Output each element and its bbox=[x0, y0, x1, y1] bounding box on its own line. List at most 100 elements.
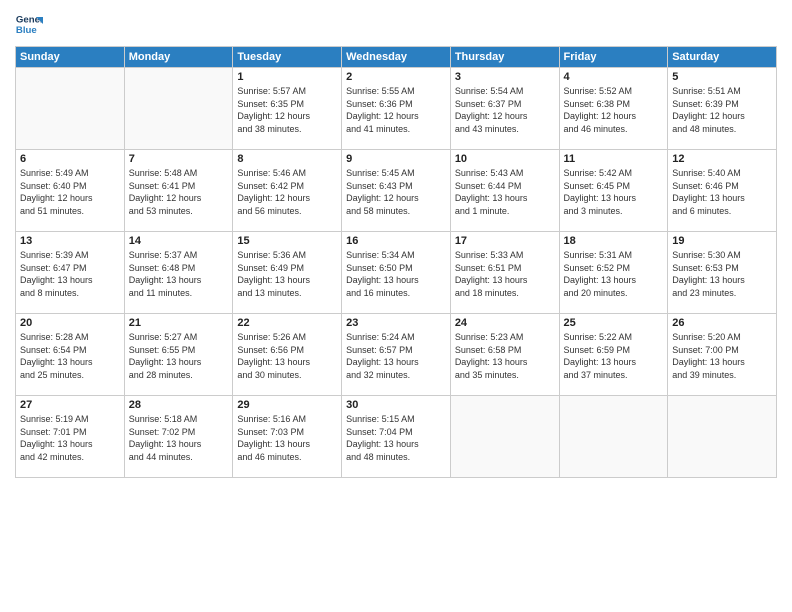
day-info: Sunrise: 5:36 AM Sunset: 6:49 PM Dayligh… bbox=[237, 249, 337, 299]
calendar-cell: 28 Sunrise: 5:18 AM Sunset: 7:02 PM Dayli… bbox=[124, 396, 233, 478]
calendar-cell: 13Sunrise: 5:39 AM Sunset: 6:47 PM Dayli… bbox=[16, 232, 125, 314]
calendar-week-row: 13Sunrise: 5:39 AM Sunset: 6:47 PM Dayli… bbox=[16, 232, 777, 314]
calendar-cell: 11 Sunrise: 5:42 AM Sunset: 6:45 PM Dayli… bbox=[559, 150, 668, 232]
day-info: Sunrise: 5:20 AM Sunset: 7:00 PM Dayligh… bbox=[672, 331, 772, 381]
calendar-cell: 2 Sunrise: 5:55 AM Sunset: 6:36 PM Daylig… bbox=[342, 68, 451, 150]
day-number: 10 bbox=[455, 153, 555, 165]
day-number: 18 bbox=[564, 235, 664, 247]
day-number: 27 bbox=[20, 399, 120, 411]
day-info: Sunrise: 5:57 AM Sunset: 6:35 PM Dayligh… bbox=[237, 85, 337, 135]
day-info: Sunrise: 5:16 AM Sunset: 7:03 PM Dayligh… bbox=[237, 413, 337, 463]
day-info: Sunrise: 5:28 AM Sunset: 6:54 PM Dayligh… bbox=[20, 331, 120, 381]
calendar-cell: 9 Sunrise: 5:45 AM Sunset: 6:43 PM Daylig… bbox=[342, 150, 451, 232]
day-info: Sunrise: 5:27 AM Sunset: 6:55 PM Dayligh… bbox=[129, 331, 229, 381]
calendar-cell: 5 Sunrise: 5:51 AM Sunset: 6:39 PM Daylig… bbox=[668, 68, 777, 150]
day-number: 6 bbox=[20, 153, 120, 165]
calendar-cell: 12 Sunrise: 5:40 AM Sunset: 6:46 PM Dayli… bbox=[668, 150, 777, 232]
calendar-cell: 27 Sunrise: 5:19 AM Sunset: 7:01 PM Dayli… bbox=[16, 396, 125, 478]
calendar-cell bbox=[559, 396, 668, 478]
day-info: Sunrise: 5:23 AM Sunset: 6:58 PM Dayligh… bbox=[455, 331, 555, 381]
weekday-header: Tuesday bbox=[233, 47, 342, 68]
weekday-header: Saturday bbox=[668, 47, 777, 68]
calendar-cell: 14 Sunrise: 5:37 AM Sunset: 6:48 PM Dayli… bbox=[124, 232, 233, 314]
day-info: Sunrise: 5:51 AM Sunset: 6:39 PM Dayligh… bbox=[672, 85, 772, 135]
logo: General Blue bbox=[15, 10, 43, 38]
calendar-cell: 17 Sunrise: 5:33 AM Sunset: 6:51 PM Dayli… bbox=[450, 232, 559, 314]
calendar-cell bbox=[16, 68, 125, 150]
day-number: 1 bbox=[237, 71, 337, 83]
calendar-cell bbox=[450, 396, 559, 478]
logo-icon: General Blue bbox=[15, 10, 43, 38]
calendar-cell: 3 Sunrise: 5:54 AM Sunset: 6:37 PM Daylig… bbox=[450, 68, 559, 150]
day-info: Sunrise: 5:33 AM Sunset: 6:51 PM Dayligh… bbox=[455, 249, 555, 299]
day-info: Sunrise: 5:54 AM Sunset: 6:37 PM Dayligh… bbox=[455, 85, 555, 135]
calendar-table: SundayMondayTuesdayWednesdayThursdayFrid… bbox=[15, 46, 777, 478]
day-info: Sunrise: 5:31 AM Sunset: 6:52 PM Dayligh… bbox=[564, 249, 664, 299]
day-number: 12 bbox=[672, 153, 772, 165]
day-number: 17 bbox=[455, 235, 555, 247]
calendar-cell: 29 Sunrise: 5:16 AM Sunset: 7:03 PM Dayli… bbox=[233, 396, 342, 478]
calendar-cell: 23 Sunrise: 5:24 AM Sunset: 6:57 PM Dayli… bbox=[342, 314, 451, 396]
day-info: Sunrise: 5:48 AM Sunset: 6:41 PM Dayligh… bbox=[129, 167, 229, 217]
day-number: 23 bbox=[346, 317, 446, 329]
calendar-cell bbox=[124, 68, 233, 150]
day-info: Sunrise: 5:46 AM Sunset: 6:42 PM Dayligh… bbox=[237, 167, 337, 217]
calendar-week-row: 1 Sunrise: 5:57 AM Sunset: 6:35 PM Daylig… bbox=[16, 68, 777, 150]
day-info: Sunrise: 5:42 AM Sunset: 6:45 PM Dayligh… bbox=[564, 167, 664, 217]
day-info: Sunrise: 5:18 AM Sunset: 7:02 PM Dayligh… bbox=[129, 413, 229, 463]
day-info: Sunrise: 5:37 AM Sunset: 6:48 PM Dayligh… bbox=[129, 249, 229, 299]
calendar-cell: 10Sunrise: 5:43 AM Sunset: 6:44 PM Dayli… bbox=[450, 150, 559, 232]
calendar-cell: 7 Sunrise: 5:48 AM Sunset: 6:41 PM Daylig… bbox=[124, 150, 233, 232]
day-info: Sunrise: 5:45 AM Sunset: 6:43 PM Dayligh… bbox=[346, 167, 446, 217]
weekday-header: Monday bbox=[124, 47, 233, 68]
day-number: 25 bbox=[564, 317, 664, 329]
weekday-header: Sunday bbox=[16, 47, 125, 68]
day-info: Sunrise: 5:24 AM Sunset: 6:57 PM Dayligh… bbox=[346, 331, 446, 381]
calendar-cell: 30 Sunrise: 5:15 AM Sunset: 7:04 PM Dayli… bbox=[342, 396, 451, 478]
day-number: 24 bbox=[455, 317, 555, 329]
calendar-cell: 22Sunrise: 5:26 AM Sunset: 6:56 PM Dayli… bbox=[233, 314, 342, 396]
day-number: 29 bbox=[237, 399, 337, 411]
calendar-cell: 4Sunrise: 5:52 AM Sunset: 6:38 PM Daylig… bbox=[559, 68, 668, 150]
calendar-cell: 21 Sunrise: 5:27 AM Sunset: 6:55 PM Dayli… bbox=[124, 314, 233, 396]
day-info: Sunrise: 5:15 AM Sunset: 7:04 PM Dayligh… bbox=[346, 413, 446, 463]
svg-text:Blue: Blue bbox=[16, 25, 37, 36]
day-info: Sunrise: 5:49 AM Sunset: 6:40 PM Dayligh… bbox=[20, 167, 120, 217]
day-info: Sunrise: 5:55 AM Sunset: 6:36 PM Dayligh… bbox=[346, 85, 446, 135]
day-number: 30 bbox=[346, 399, 446, 411]
day-number: 22 bbox=[237, 317, 337, 329]
weekday-header: Wednesday bbox=[342, 47, 451, 68]
day-info: Sunrise: 5:52 AM Sunset: 6:38 PM Dayligh… bbox=[564, 85, 664, 135]
day-number: 3 bbox=[455, 71, 555, 83]
day-number: 5 bbox=[672, 71, 772, 83]
day-number: 9 bbox=[346, 153, 446, 165]
day-number: 13 bbox=[20, 235, 120, 247]
day-info: Sunrise: 5:40 AM Sunset: 6:46 PM Dayligh… bbox=[672, 167, 772, 217]
day-info: Sunrise: 5:19 AM Sunset: 7:01 PM Dayligh… bbox=[20, 413, 120, 463]
calendar-cell: 19Sunrise: 5:30 AM Sunset: 6:53 PM Dayli… bbox=[668, 232, 777, 314]
day-number: 8 bbox=[237, 153, 337, 165]
calendar-cell: 1 Sunrise: 5:57 AM Sunset: 6:35 PM Daylig… bbox=[233, 68, 342, 150]
calendar-cell: 26 Sunrise: 5:20 AM Sunset: 7:00 PM Dayli… bbox=[668, 314, 777, 396]
weekday-header: Friday bbox=[559, 47, 668, 68]
day-number: 21 bbox=[129, 317, 229, 329]
page-header: General Blue bbox=[15, 10, 777, 38]
day-number: 14 bbox=[129, 235, 229, 247]
calendar-cell: 24 Sunrise: 5:23 AM Sunset: 6:58 PM Dayli… bbox=[450, 314, 559, 396]
calendar-cell: 18 Sunrise: 5:31 AM Sunset: 6:52 PM Dayli… bbox=[559, 232, 668, 314]
day-number: 2 bbox=[346, 71, 446, 83]
calendar-cell: 20Sunrise: 5:28 AM Sunset: 6:54 PM Dayli… bbox=[16, 314, 125, 396]
calendar-cell bbox=[668, 396, 777, 478]
calendar-cell: 16 Sunrise: 5:34 AM Sunset: 6:50 PM Dayli… bbox=[342, 232, 451, 314]
day-info: Sunrise: 5:22 AM Sunset: 6:59 PM Dayligh… bbox=[564, 331, 664, 381]
day-number: 28 bbox=[129, 399, 229, 411]
calendar-cell: 15Sunrise: 5:36 AM Sunset: 6:49 PM Dayli… bbox=[233, 232, 342, 314]
day-number: 16 bbox=[346, 235, 446, 247]
day-info: Sunrise: 5:34 AM Sunset: 6:50 PM Dayligh… bbox=[346, 249, 446, 299]
calendar-header-row: SundayMondayTuesdayWednesdayThursdayFrid… bbox=[16, 47, 777, 68]
day-number: 7 bbox=[129, 153, 229, 165]
calendar-week-row: 27 Sunrise: 5:19 AM Sunset: 7:01 PM Dayli… bbox=[16, 396, 777, 478]
day-number: 11 bbox=[564, 153, 664, 165]
weekday-header: Thursday bbox=[450, 47, 559, 68]
day-number: 26 bbox=[672, 317, 772, 329]
